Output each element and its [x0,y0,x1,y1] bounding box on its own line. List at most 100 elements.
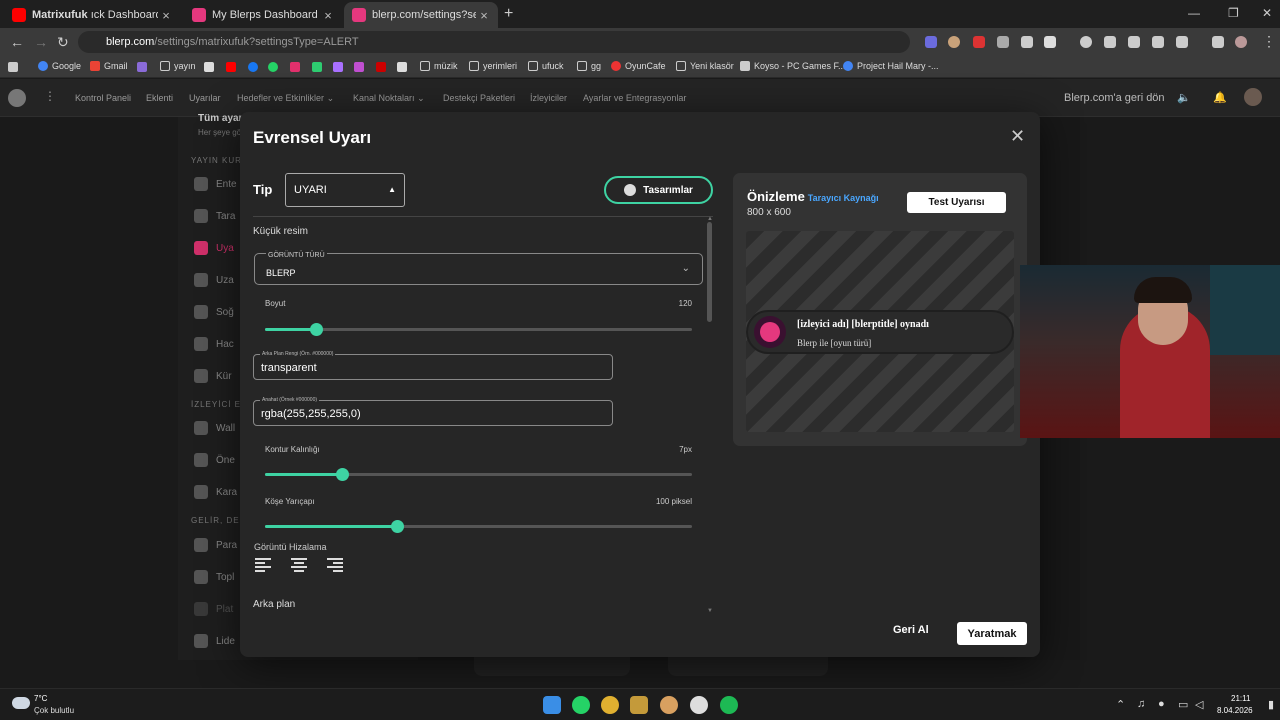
close-tab-icon[interactable]: × [476,8,492,23]
type-select[interactable]: UYARI ▲ [285,173,405,207]
blerp-logo-icon[interactable] [8,89,26,107]
shield-icon[interactable] [997,36,1009,48]
bookmark-folder-yerimleri[interactable]: yerimleri [469,61,517,71]
chrome-icon[interactable] [601,696,619,714]
address-bar[interactable]: blerp.com/settings/matrixufuk?settingsTy… [78,31,910,53]
x-icon[interactable] [204,62,214,72]
extension-icon[interactable] [925,36,937,48]
headphones-icon[interactable]: ♫ [1137,698,1145,710]
bookmark-folder-gg[interactable]: gg [577,61,601,71]
align-right-icon[interactable] [327,558,343,572]
bookmark-project-hail-mary[interactable]: Project Hail Mary -... [843,61,939,71]
close-icon[interactable]: ✕ [1010,126,1025,147]
clock-time[interactable]: 21:11 [1231,694,1250,703]
browser-source-link[interactable]: Tarayıcı Kaynağı [808,193,879,203]
sidebar-item[interactable]: Plat [194,599,238,619]
chevron-up-icon[interactable]: ⌃ [1116,698,1125,711]
sidebar-item-alerts[interactable]: Uya [194,238,238,258]
more-menu-icon[interactable]: ⋮ [1262,33,1276,50]
sidebar-item[interactable]: Tara [194,206,238,226]
sidebar-icon[interactable] [1128,36,1140,48]
sidebar-item[interactable]: Kür [194,366,238,386]
scroll-down-icon[interactable]: ▼ [707,608,713,614]
facebook-icon[interactable] [248,62,258,72]
extension-icon[interactable] [973,36,985,48]
tab-my-blerps-dashboard[interactable]: My Blerps Dashboard × [184,2,342,28]
bookmark-google[interactable]: Google [38,61,81,71]
bookmark-koyso[interactable]: Koyso - PC Games F... [740,61,846,71]
background-color-field[interactable]: Arka Plan Rengi (Örn. #000000) transpare… [253,351,613,380]
bookmark-folder-muzik[interactable]: müzik [420,61,458,71]
nav-kanal-noktalari[interactable]: Kanal Noktaları ⌄ [353,93,425,104]
back-to-blerp-link[interactable]: Blerp.com'a geri dön [1064,92,1165,104]
more-icon[interactable]: ⋮ [44,89,56,103]
designs-button[interactable]: Tasarımlar [604,176,713,204]
slider-thumb[interactable] [335,468,349,481]
app-icon[interactable] [690,696,708,714]
nav-izleyiciler[interactable]: İzleyiciler [530,93,567,103]
tab-matrixufuk[interactable]: Matrixufuk ıck Dashboard × [4,2,180,28]
download-icon[interactable] [1176,36,1188,48]
bookmark-icon[interactable] [397,62,407,72]
sidebar-item[interactable]: Ente [194,174,238,194]
slider-thumb[interactable] [310,323,324,336]
nav-hedefler[interactable]: Hedefler ve Etkinlikler ⌄ [237,93,334,104]
nav-eklenti[interactable]: Eklenti [146,93,173,103]
tab-blerp-settings[interactable]: blerp.com/settings?settingsTyp × [344,2,498,28]
minimize-icon[interactable]: — [1188,6,1200,20]
instagram-icon[interactable] [290,62,300,72]
app-icon[interactable] [660,696,678,714]
youtube-icon[interactable] [226,62,236,72]
bell-icon[interactable]: 🔔 [1213,91,1227,104]
sidebar-item[interactable]: Öne [194,450,238,470]
avatar[interactable] [1244,88,1262,106]
bookmark-icon[interactable] [354,62,364,72]
sidebar-item[interactable]: Para [194,535,238,555]
bookmark-folder-yeni-klasor[interactable]: Yeni klasör [676,61,734,71]
notification-icon[interactable]: ▮ [1268,698,1274,711]
bookmark-icon[interactable] [312,62,322,72]
stroke-width-slider[interactable] [265,468,692,481]
form-scrollbar[interactable] [707,222,712,322]
create-button[interactable]: Yaratmak [957,622,1027,645]
windows-start-icon[interactable] [543,696,561,714]
new-tab-icon[interactable]: + [504,5,513,23]
speaker-icon[interactable]: ◁ [1195,698,1203,711]
size-slider[interactable] [265,323,692,336]
bookmark-icon[interactable] [376,62,386,72]
twitch-icon[interactable] [333,62,343,72]
reload-icon[interactable]: ↻ [57,34,69,51]
bookmark-folder-yayin[interactable]: yayın [160,61,196,71]
bookmark-gmail[interactable]: Gmail [90,61,128,71]
whatsapp-icon[interactable] [268,62,278,72]
bookmark-icon[interactable] [137,62,147,72]
scroll-up-icon[interactable]: ▲ [707,216,713,222]
sidebar-item[interactable]: Uza [194,270,238,290]
puzzle-icon[interactable] [1044,36,1056,48]
outline-color-field[interactable]: Anahat (Örnek #000000) rgba(255,255,255,… [253,397,613,426]
nav-uyarilar[interactable]: Uyarılar [189,93,221,103]
nav-ayarlar[interactable]: Ayarlar ve Entegrasyonlar [583,93,686,103]
bookmark-oyuncafe[interactable]: OyunCafe [611,61,666,71]
league-icon[interactable] [630,696,648,714]
align-left-icon[interactable] [255,558,271,572]
sync-icon[interactable] [1080,36,1092,48]
sidebar-item[interactable]: Wall [194,418,238,438]
cloud-icon[interactable] [12,697,30,709]
tab-search-icon[interactable] [1152,36,1164,48]
close-tab-icon[interactable]: × [320,8,336,23]
star-list-icon[interactable] [1104,36,1116,48]
weather-description[interactable]: Çok bulutlu [34,706,74,715]
extension-icon[interactable] [948,36,960,48]
restore-icon[interactable]: ❐ [1228,6,1239,20]
extension-icon[interactable] [1021,36,1033,48]
microphone-icon[interactable]: ● [1158,698,1165,710]
cancel-button[interactable]: Geri Al [893,624,929,636]
sidebar-item[interactable]: Topl [194,567,238,587]
close-tab-icon[interactable]: × [158,8,174,23]
image-type-select[interactable]: GÖRÜNTÜ TÜRÜ BLERP ⌄ [254,252,703,285]
nav-destekci-paketleri[interactable]: Destekçi Paketleri [443,93,515,103]
bookmark-folder-ufuck[interactable]: ufuck [528,61,564,71]
sidebar-item[interactable]: Kara [194,482,238,502]
menu-lines-icon[interactable] [1212,36,1224,48]
